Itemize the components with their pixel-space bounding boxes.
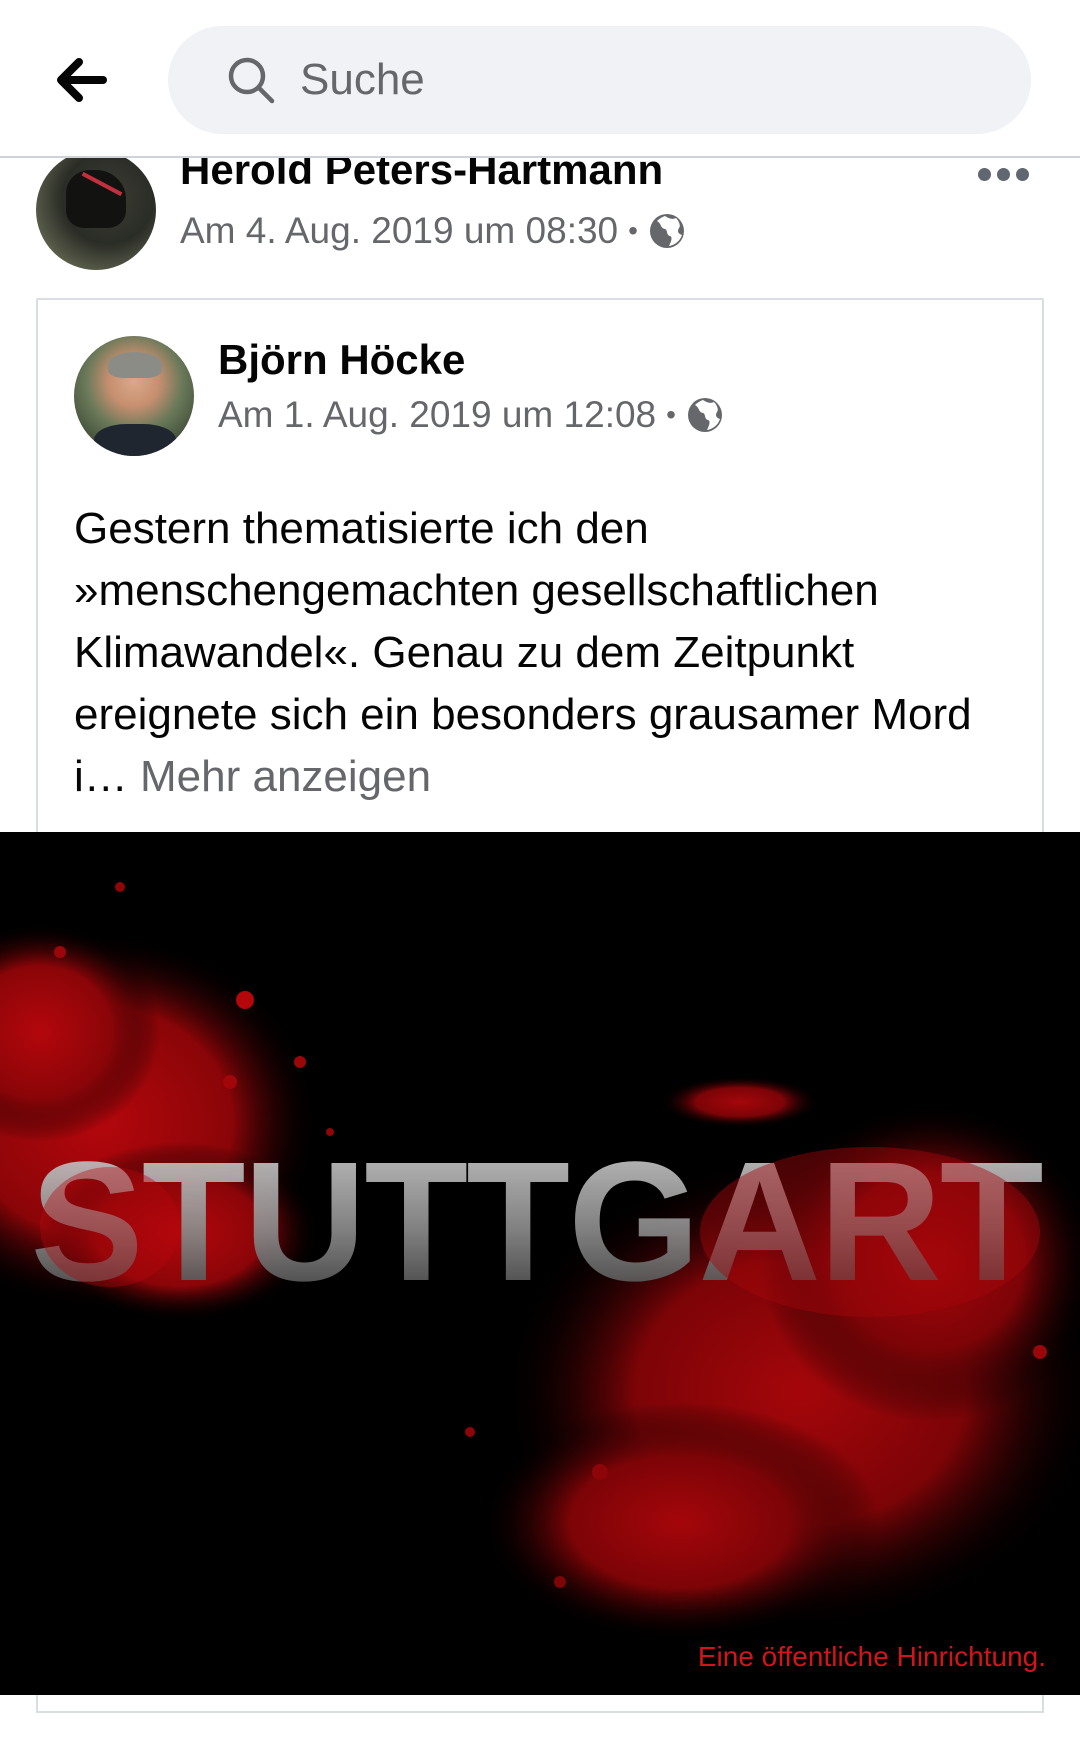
search-input[interactable]: Suche: [168, 26, 1031, 134]
see-more-link[interactable]: Mehr anzeigen: [140, 752, 431, 801]
meta-separator: •: [666, 399, 676, 430]
search-icon: [228, 57, 275, 104]
more-icon: [978, 168, 991, 181]
shared-post-timestamp[interactable]: Am 1. Aug. 2019 um 12:08: [218, 394, 656, 436]
post-image[interactable]: STUTTGART Eine öffentliche Hinrichtung.: [0, 832, 1080, 1695]
avatar[interactable]: [36, 158, 156, 270]
globe-icon: [687, 398, 722, 432]
outer-post-header: Herold Peters-Hartmann Am 4. Aug. 2019 u…: [0, 158, 1080, 278]
back-button[interactable]: [52, 52, 112, 108]
author-name[interactable]: Herold Peters-Hartmann: [180, 158, 663, 194]
more-options-button[interactable]: [974, 164, 1033, 185]
shared-author-avatar[interactable]: [74, 336, 194, 456]
meta-separator: •: [628, 215, 638, 246]
globe-icon: [649, 214, 684, 248]
top-bar: Suche: [0, 0, 1080, 158]
image-caption: Eine öffentliche Hinrichtung.: [698, 1641, 1046, 1672]
post-meta: Am 4. Aug. 2019 um 08:30 •: [180, 210, 686, 252]
post-text: Gestern thematisierte ich den »menscheng…: [74, 498, 1014, 808]
shared-author-name[interactable]: Björn Höcke: [218, 336, 465, 384]
search-placeholder: Suche: [300, 55, 425, 104]
shared-post-meta: Am 1. Aug. 2019 um 12:08 •: [218, 394, 724, 436]
card-bottom-border: [36, 1695, 1044, 1713]
back-arrow-icon: [57, 58, 107, 102]
post-timestamp[interactable]: Am 4. Aug. 2019 um 08:30: [180, 210, 618, 252]
